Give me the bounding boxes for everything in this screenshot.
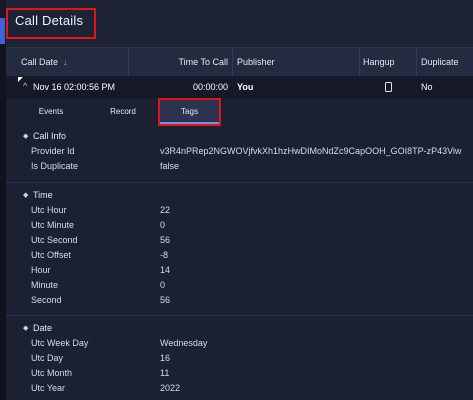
column-separator (359, 48, 360, 76)
kv-row: Utc Minute 0 (6, 220, 473, 235)
section-title-date: Date (33, 323, 53, 333)
kv-key: Minute (31, 280, 59, 290)
kv-key: Second (31, 295, 62, 305)
kv-value: Wednesday (160, 338, 208, 348)
column-separator (232, 48, 233, 76)
sort-down-icon[interactable]: ↓ (63, 48, 68, 76)
cell-duplicate: No (421, 82, 433, 92)
tag-icon: ◆ (23, 325, 29, 332)
kv-key: Provider Id (31, 146, 75, 156)
column-separator (128, 48, 129, 76)
kv-row: Hour 14 (6, 265, 473, 280)
section-title-time: Time (33, 190, 53, 200)
header-hangup[interactable]: Hangup (363, 48, 395, 76)
panel-title: Call Details (15, 13, 84, 28)
kv-row: Utc Month 11 (6, 368, 473, 383)
left-accent-bar (0, 18, 5, 44)
kv-row: Utc Year 2022 (6, 383, 473, 398)
section-date: ◆ Date Utc Week Day Wednesday Utc Day 16 U… (6, 316, 473, 400)
tag-icon: ◆ (23, 133, 29, 140)
kv-key: Is Duplicate (31, 161, 79, 171)
cell-publisher: You (237, 82, 254, 92)
kv-value: 22 (160, 205, 171, 215)
call-details-panel: Call Details Call Date ↓ Time To Call Pub… (6, 0, 473, 400)
tab-record[interactable]: Record (92, 99, 154, 124)
section-title-call-info: Call Info (33, 131, 67, 141)
kv-key: Utc Day (31, 353, 64, 363)
header-call-date-label: Call Date (21, 57, 59, 67)
kv-value: 14 (160, 265, 171, 275)
section-call-info: ◆ Call Info Provider Id v3R4nPRep2NGWOVj… (6, 124, 473, 182)
kv-key: Utc Hour (31, 205, 67, 215)
kv-row: Provider Id v3R4nPRep2NGWOVjfvkXh1hzHwDI… (6, 146, 473, 161)
kv-value: 56 (160, 295, 171, 305)
kv-row: Utc Hour 22 (6, 205, 473, 220)
kv-row: Utc Second 56 (6, 235, 473, 250)
kv-value: 11 (160, 368, 170, 378)
header-time-to-call[interactable]: Time To Call (138, 48, 228, 76)
table-header: Call Date ↓ Time To Call Publisher Hangup… (6, 47, 473, 77)
column-separator (416, 48, 417, 76)
kv-key: Utc Second (31, 235, 78, 245)
tab-tags[interactable]: Tags (159, 99, 220, 124)
header-call-date[interactable]: Call Date ↓ (21, 48, 68, 76)
kv-row: Second 56 (6, 295, 473, 310)
panel-header: Call Details (6, 0, 473, 46)
kv-row: Minute 0 (6, 280, 473, 295)
kv-value: -8 (160, 250, 169, 260)
kv-key: Utc Offset (31, 250, 71, 260)
kv-key: Utc Minute (31, 220, 75, 230)
cell-call-date: Nov 16 02:00:56 PM (33, 82, 116, 92)
kv-value: 0 (160, 220, 166, 230)
kv-key: Utc Month (31, 368, 73, 378)
table-row[interactable]: ^ Nov 16 02:00:56 PM 00:00:00 You No (6, 76, 473, 98)
tab-events[interactable]: Events (20, 99, 82, 124)
kv-value: 16 (160, 353, 171, 363)
detail-tabs: Events Record Tags (6, 99, 473, 124)
cell-time-to-call: 00:00:00 (192, 82, 228, 92)
tags-content: ◆ Call Info Provider Id v3R4nPRep2NGWOVj… (6, 124, 473, 400)
kv-value: false (160, 161, 180, 171)
section-time: ◆ Time Utc Hour 22 Utc Minute 0 Utc Second… (6, 183, 473, 315)
header-publisher[interactable]: Publisher (237, 48, 275, 76)
kv-row: Utc Day 16 (6, 353, 473, 368)
kv-row: Utc Week Day Wednesday (6, 338, 473, 353)
kv-row: Is Duplicate false (6, 161, 473, 176)
kv-value: v3R4nPRep2NGWOVjfvkXh1hzHwDIMoNdZc9CapOO… (160, 146, 462, 156)
kv-row: Utc Offset -8 (6, 250, 473, 265)
tag-icon: ◆ (23, 192, 29, 199)
kv-key: Utc Week Day (31, 338, 89, 348)
header-duplicate[interactable]: Duplicate (421, 48, 459, 76)
kv-key: Utc Year (31, 383, 66, 393)
kv-key: Hour (31, 265, 51, 275)
kv-value: 56 (160, 235, 171, 245)
phone-icon (385, 82, 392, 92)
kv-value: 0 (160, 280, 166, 290)
chevron-up-icon[interactable]: ^ (23, 81, 27, 91)
kv-value: 2022 (160, 383, 181, 393)
